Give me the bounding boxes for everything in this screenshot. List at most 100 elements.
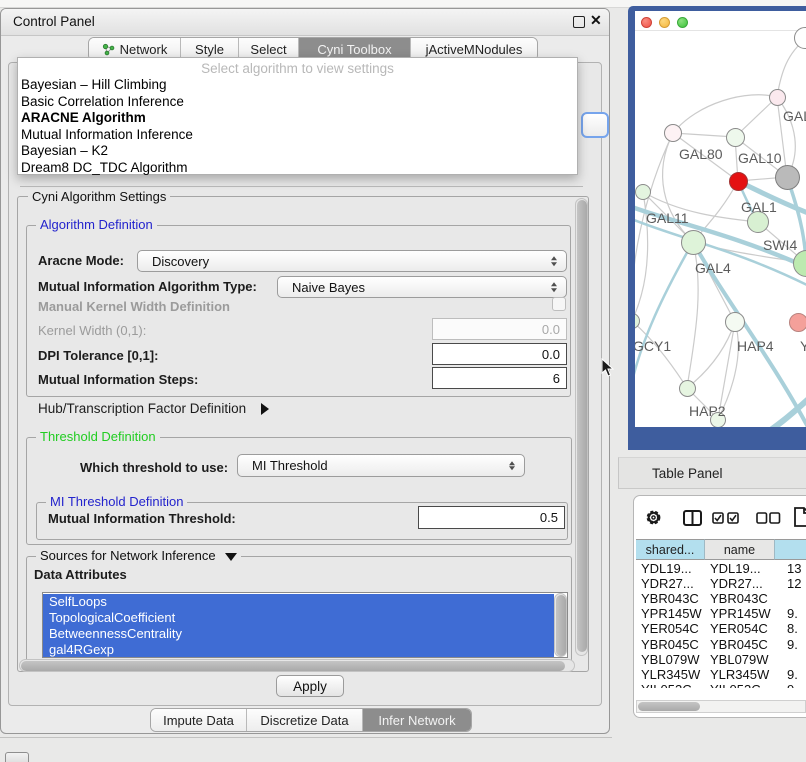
close-traffic-light[interactable] [641,17,652,28]
network-node-gal4[interactable] [681,230,706,255]
float-window-icon[interactable] [573,16,585,28]
hub-definition-expander[interactable]: Hub/Transcription Factor Definition [38,400,269,416]
node-label: GAL4 [695,260,731,276]
network-node-hap4[interactable] [725,312,745,332]
manual-kernel-label: Manual Kernel Width Definition [38,299,230,314]
mi-threshold-label: Mutual Information Threshold: [48,511,236,526]
tab-discretize-data-label: Discretize Data [260,713,348,728]
dropdown-item[interactable]: Bayesian – K2 [21,143,574,160]
stepper-icon [551,282,557,292]
node-label: GAL11 [646,210,689,226]
table-row[interactable]: YDL19...YDL19...13 [636,561,806,576]
document-icon[interactable] [794,507,806,527]
canvas-titlebar-divider [635,30,806,31]
network-node-red[interactable] [729,172,748,191]
mi-type-combo[interactable]: Naive Bayes [277,276,567,298]
stepper-icon [509,461,515,471]
tab-jactivemnodules-label: jActiveMNodules [426,42,523,57]
manual-kernel-checkbox[interactable] [552,297,566,311]
network-canvas: GAL GAL80 GAL10 GAL1 GAL11 SWI4 GAL4 GCY… [635,11,806,427]
which-threshold-value: MI Threshold [252,458,328,473]
table-row[interactable]: YBR045CYBR045C9. [636,637,806,652]
minimize-traffic-light[interactable] [659,17,670,28]
kernel-width-label: Kernel Width (0,1): [38,323,146,338]
tab-cyni-toolbox-label: Cyni Toolbox [317,42,391,57]
dropdown-item[interactable]: Mutual Information Inference [21,127,574,144]
network-node-hap2[interactable] [679,380,696,397]
table-row[interactable]: YDR27...YDR27...12 [636,576,806,591]
hub-definition-label: Hub/Transcription Factor Definition [38,401,246,416]
bottom-tabbar: Impute Data Discretize Data Infer Networ… [150,708,472,732]
tab-impute-data[interactable]: Impute Data [151,709,247,731]
algorithm-dropdown-popup: Select algorithm to view settings Bayesi… [17,57,578,175]
hidden-combo-focus-ring [581,112,609,138]
zoom-traffic-light[interactable] [677,17,688,28]
apply-button[interactable]: Apply [276,675,344,697]
network-node[interactable] [769,89,786,106]
table-row[interactable]: YER054CYER054C8. [636,621,806,636]
control-panel-title: Control Panel [13,14,95,29]
list-vertical-scrollbar-thumb[interactable] [556,595,566,656]
settings-horizontal-scrollbar-thumb[interactable] [21,661,565,671]
network-node-gal80[interactable] [664,124,682,142]
table-row[interactable]: YLR345WYLR345W9. [636,667,806,682]
table-rows: YDL19...YDL19...13 YDR27...YDR27...12 YB… [636,561,806,688]
columns-icon[interactable] [683,510,702,526]
node-label: GAL10 [738,150,782,166]
mi-steps-label: Mutual Information Steps: [38,372,198,387]
aracne-mode-value: Discovery [152,254,209,269]
settings-vertical-scrollbar-thumb[interactable] [577,200,587,652]
list-item[interactable]: TopologicalCoefficient [43,610,554,626]
dropdown-item[interactable]: Basic Correlation Inference [21,94,574,111]
network-node-gray[interactable] [775,165,800,190]
sources-group-title[interactable]: Sources for Network Inference [36,548,241,563]
column-header-partial[interactable] [775,539,806,560]
screen: Control Panel ✕ Network Style Select [0,0,806,762]
table-row[interactable]: YBL079WYBL079W [636,652,806,667]
column-header-name[interactable]: name [705,539,775,560]
mi-steps-field[interactable]: 6 [432,367,567,389]
table-row[interactable]: YBR043CYBR043C [636,591,806,606]
tab-select-label: Select [250,42,286,57]
network-tab-icon [102,43,115,56]
kernel-width-field[interactable]: 0.0 [432,318,567,340]
table-horizontal-scrollbar-thumb[interactable] [638,702,700,711]
gear-icon[interactable] [645,509,662,526]
dpi-tolerance-field[interactable]: 0.0 [432,343,567,365]
table-row[interactable]: YIL052CYIL052C9. [636,682,806,688]
node-label: GAL [783,108,806,124]
tab-infer-network-label: Infer Network [378,713,455,728]
tab-discretize-data[interactable]: Discretize Data [247,709,363,731]
network-node-gal10[interactable] [726,128,745,147]
node-label: SWI4 [763,237,797,253]
dropdown-item[interactable]: Dream8 DC_TDC Algorithm [21,160,574,177]
mi-threshold-group-title: MI Threshold Definition [46,494,187,509]
cyni-settings-group-title: Cyni Algorithm Settings [28,189,170,204]
table-panel-title: Table Panel [652,466,723,481]
mi-type-value: Naive Bayes [292,280,365,295]
checked-checkboxes-icon[interactable] [712,512,740,524]
node-label: HAP2 [689,403,726,419]
node-label: GCY1 [635,338,671,354]
network-node-gal11[interactable] [635,184,651,200]
aracne-mode-combo[interactable]: Discovery [137,250,567,272]
partial-dock-button[interactable] [5,752,29,762]
list-item[interactable]: gal4RGexp [43,642,554,657]
collapsed-triangle-icon [261,403,269,415]
dropdown-placeholder: Select algorithm to view settings [18,61,577,76]
list-item[interactable]: BetweennessCentrality [43,626,554,642]
close-icon[interactable]: ✕ [590,12,602,29]
sources-title-label: Sources for Network Inference [40,548,216,563]
tab-infer-network[interactable]: Infer Network [363,709,471,731]
which-threshold-combo[interactable]: MI Threshold [237,454,525,477]
column-header-shared[interactable]: shared... [636,539,705,560]
list-item[interactable]: SelfLoops [43,594,554,610]
column-header-shared-label: shared... [646,543,695,557]
unchecked-checkboxes-icon[interactable] [756,512,781,524]
mi-threshold-field[interactable]: 0.5 [418,506,565,529]
dropdown-item[interactable]: Bayesian – Hill Climbing [21,77,574,94]
network-node-salmon[interactable] [789,313,806,332]
stepper-icon [551,256,557,266]
table-row[interactable]: YPR145WYPR145W9. [636,606,806,621]
dropdown-item-selected[interactable]: ARACNE Algorithm [21,110,574,127]
